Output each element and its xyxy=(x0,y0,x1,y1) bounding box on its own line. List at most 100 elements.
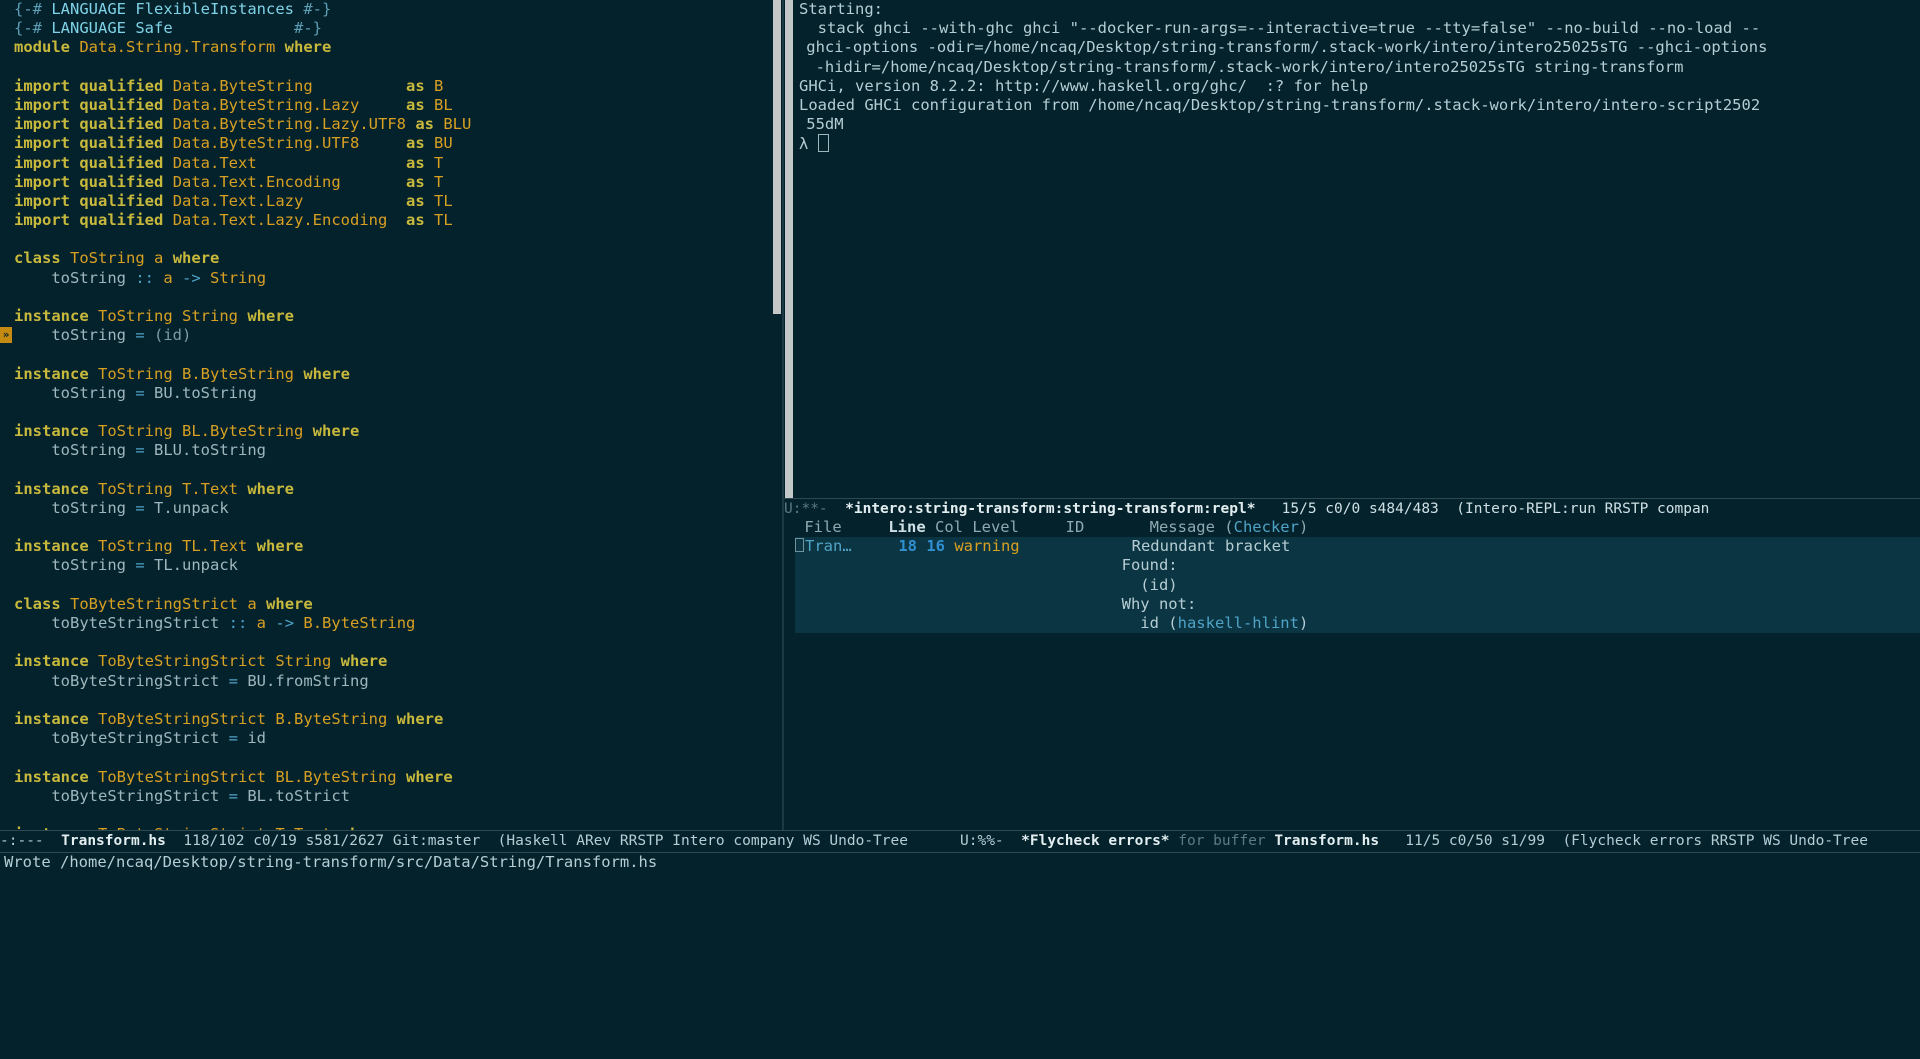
code-line[interactable]: import qualified Data.ByteString.Lazy as… xyxy=(0,96,772,115)
code-token: = xyxy=(228,786,238,805)
echo-area-message: Wrote /home/ncaq/Desktop/string-transfor… xyxy=(4,853,658,871)
code-line[interactable]: toString = TL.unpack xyxy=(0,556,772,575)
code-line[interactable]: instance ToString B.ByteString where xyxy=(0,365,772,384)
code-token: where xyxy=(303,364,350,383)
code-token: module xyxy=(14,38,70,57)
code-token: LANGUAGE xyxy=(51,19,126,38)
code-line[interactable]: instance ToString String where xyxy=(0,307,772,326)
code-line[interactable]: instance ToByteStringStrict B.ByteString… xyxy=(0,710,772,729)
repl-cursor[interactable] xyxy=(817,134,829,153)
code-line[interactable]: toString = T.unpack xyxy=(0,499,772,518)
flycheck-errors-window[interactable]: File Line Col Level ID Message (Checker)… xyxy=(784,518,1920,830)
code-line[interactable] xyxy=(0,748,772,767)
code-line[interactable]: class ToString a where xyxy=(0,249,772,268)
code-line[interactable]: {-# LANGUAGE FlexibleInstances #-} xyxy=(0,0,772,19)
code-line[interactable]: import qualified Data.Text as T xyxy=(0,154,772,173)
code-token: instance xyxy=(14,537,89,556)
code-token: BU xyxy=(434,134,453,153)
source-code-window[interactable]: {-# LANGUAGE FlexibleInstances #-} {-# LA… xyxy=(0,0,772,830)
source-scrollbar[interactable] xyxy=(772,0,782,830)
code-line[interactable] xyxy=(0,230,772,249)
repl-scrollbar-thumb[interactable] xyxy=(785,0,793,498)
code-line[interactable]: toString = BLU.toString xyxy=(0,441,772,460)
code-line[interactable] xyxy=(0,345,772,364)
code-line[interactable]: toByteStringStrict :: a -> B.ByteString xyxy=(0,614,772,633)
source-modeline[interactable]: -:--- Transform.hs 118/102 c0/19 s581/26… xyxy=(0,830,960,853)
flycheck-error-row[interactable]: id (haskell-hlint) xyxy=(795,613,1920,634)
code-line[interactable] xyxy=(0,403,772,422)
code-line[interactable]: import qualified Data.Text.Lazy as TL xyxy=(0,192,772,211)
flycheck-col-line: Line xyxy=(888,518,926,536)
code-line[interactable] xyxy=(0,691,772,710)
code-line[interactable]: instance ToString BL.ByteString where xyxy=(0,422,772,441)
code-line[interactable] xyxy=(0,806,772,825)
code-line[interactable]: import qualified Data.Text.Lazy.Encoding… xyxy=(0,211,772,230)
code-token: #-} xyxy=(303,0,332,18)
code-line[interactable]: import qualified Data.ByteString as B xyxy=(0,77,772,96)
code-token: instance xyxy=(14,479,89,498)
repl-line: Starting: xyxy=(795,0,1920,19)
flycheck-error-row[interactable]: Found: xyxy=(795,556,1920,576)
code-line[interactable]: class ToByteStringStrict a where xyxy=(0,595,772,614)
repl-scrollbar[interactable] xyxy=(784,0,794,498)
code-line[interactable]: instance ToString TL.Text where xyxy=(0,537,772,556)
repl-output[interactable]: Starting: stack ghci --with-ghc ghci "--… xyxy=(795,0,1920,498)
code-token: Data.Text.Encoding xyxy=(172,172,341,191)
code-line[interactable]: {-# LANGUAGE Safe #-} xyxy=(0,19,772,38)
flycheck-cell-col: 16 xyxy=(916,537,945,556)
source-scrollbar-thumb[interactable] xyxy=(773,0,781,314)
flycheck-error-row[interactable]: Tran… 18 16 warning Redundant bracket xyxy=(795,537,1920,557)
code-token: qualified xyxy=(79,172,164,191)
flycheck-error-row[interactable]: (id) xyxy=(795,575,1920,595)
repl-modeline[interactable]: U:**- *intero:string-transform:string-tr… xyxy=(784,498,1920,518)
code-line[interactable]: instance ToByteStringStrict BL.ByteStrin… xyxy=(0,768,772,787)
flycheck-table-body[interactable]: Tran… 18 16 warning Redundant bracket Fo… xyxy=(795,537,1920,830)
code-token: toString xyxy=(51,326,126,345)
code-line[interactable] xyxy=(0,461,772,480)
code-line[interactable]: import qualified Data.ByteString.UTF8 as… xyxy=(0,134,772,153)
code-token: TL.unpack xyxy=(154,556,239,575)
code-token: String xyxy=(275,652,332,671)
code-token: id xyxy=(247,729,267,748)
source-code-text[interactable]: {-# LANGUAGE FlexibleInstances #-} {-# LA… xyxy=(0,0,772,830)
code-line[interactable]: instance ToString T.Text where xyxy=(0,480,772,499)
code-token: ToString xyxy=(98,364,173,383)
code-line[interactable]: toByteStringStrict = id xyxy=(0,729,772,748)
repl-prompt-line[interactable]: λ xyxy=(795,134,1920,153)
code-line[interactable]: module Data.String.Transform where xyxy=(0,38,772,57)
code-line[interactable] xyxy=(0,633,772,652)
repl-modeline-spacer2 xyxy=(1255,501,1281,517)
code-token: Data.ByteString xyxy=(172,76,313,95)
code-line[interactable] xyxy=(0,288,772,307)
code-token: Data.ByteString.Lazy xyxy=(172,95,360,114)
code-line[interactable]: toString :: a -> String xyxy=(0,269,772,288)
flycheck-modeline[interactable]: U:%%- *Flycheck errors* for buffer Trans… xyxy=(960,830,1920,853)
code-line[interactable]: import qualified Data.Text.Encoding as T xyxy=(0,173,772,192)
code-line[interactable]: instance ToByteStringStrict String where xyxy=(0,652,772,671)
code-line[interactable]: toByteStringStrict = BL.toStrict xyxy=(0,787,772,806)
code-line[interactable] xyxy=(0,576,772,595)
code-line[interactable] xyxy=(0,58,772,77)
flycheck-modeline-buffer: *Flycheck errors* xyxy=(1021,833,1170,849)
sp xyxy=(384,833,393,849)
code-token: -> xyxy=(275,614,295,632)
code-line[interactable]: import qualified Data.ByteString.Lazy.UT… xyxy=(0,115,772,134)
code-line[interactable] xyxy=(0,518,772,537)
code-token: a xyxy=(154,249,164,268)
intero-repl-window[interactable]: Starting: stack ghci --with-ghc ghci "--… xyxy=(784,0,1920,518)
code-line[interactable]: toByteStringStrict = BU.fromString xyxy=(0,672,772,691)
source-modeline-vc[interactable]: Git:master xyxy=(393,833,480,849)
flycheck-error-row[interactable]: Why not: xyxy=(795,594,1920,614)
code-line[interactable]: toString = BU.toString xyxy=(0,384,772,403)
code-line[interactable]: » toString = (id) xyxy=(0,326,772,345)
code-token: = xyxy=(135,441,145,460)
